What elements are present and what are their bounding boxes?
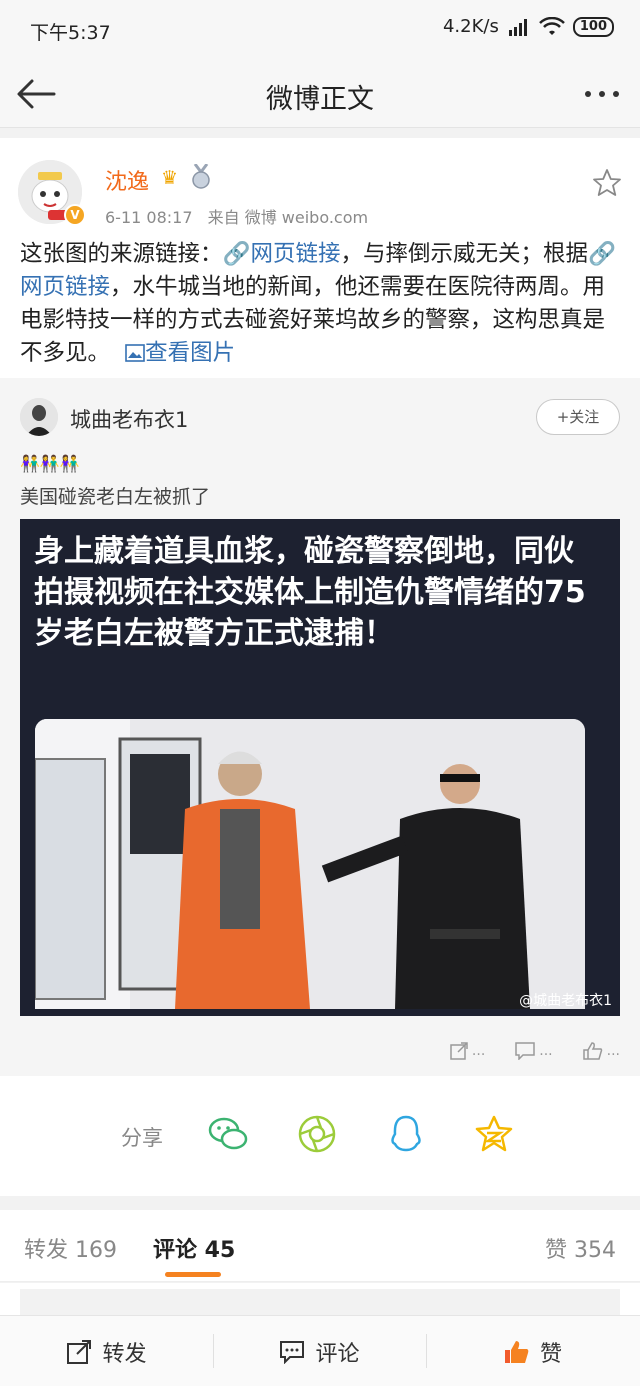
thumbs-up-icon: [582, 1042, 602, 1060]
image-caption: 身上藏着道具血浆，碰瓷警察倒地，同伙拍摄视频在社交媒体上制造仇警情绪的75岁老白…: [34, 534, 586, 651]
repost-icon: [67, 1339, 92, 1364]
post-time: 6-11 08:17: [105, 208, 193, 227]
tab-repost[interactable]: 转发 169: [24, 1232, 117, 1264]
comment-icon: [515, 1042, 536, 1060]
retweet-actions: ... ... ...: [450, 1042, 620, 1060]
clock: 下午5:37: [30, 22, 111, 44]
signal-icon: [508, 18, 527, 36]
wechat-icon[interactable]: [208, 1114, 248, 1154]
post-tabs: 转发 169 评论 45 赞 354: [0, 1210, 640, 1282]
emoji-row: 👫👫👫: [20, 454, 80, 473]
medal-icon: [192, 164, 210, 189]
more-icon[interactable]: [580, 76, 624, 112]
vip-crown-icon: ♛: [161, 167, 179, 189]
active-tab-indicator: [165, 1272, 221, 1277]
post-body: 这张图的来源链接：🔗网页链接，与摔倒示威无关；根据🔗网页链接，水牛城当地的新闻，…: [20, 238, 620, 370]
avatar-image: [20, 398, 58, 436]
repost-label: 转发: [102, 1341, 147, 1367]
moments-icon[interactable]: [297, 1114, 337, 1154]
comment-icon: [280, 1340, 305, 1364]
repost-button[interactable]: 转发: [0, 1316, 213, 1386]
image-icon: [125, 344, 145, 362]
retweet-text: 美国碰瓷老白左被抓了: [20, 486, 211, 508]
retweet-like[interactable]: ...: [582, 1042, 620, 1060]
page-title: 微博正文: [266, 84, 374, 115]
qzone-star-icon[interactable]: [474, 1114, 514, 1154]
weibo-post: V 沈逸 ♛ 6-11 08:17 来自 微博 weibo.com 这张图的来源…: [0, 138, 640, 1196]
retweet-repost-count: ...: [471, 1043, 486, 1059]
photo-illustration: [35, 719, 585, 1009]
retweet-repost[interactable]: ...: [450, 1042, 485, 1060]
follow-button[interactable]: +关注: [536, 399, 620, 435]
status-bar: 下午5:37 4.2K/s 100: [0, 0, 640, 62]
retweet-comment-count: ...: [539, 1043, 553, 1059]
wifi-icon: [538, 16, 565, 35]
repost-icon: [450, 1042, 468, 1060]
status-icons: 4.2K/s 100: [443, 16, 614, 37]
retweet-author-avatar[interactable]: [20, 398, 58, 436]
tab-like[interactable]: 赞 354: [545, 1232, 616, 1264]
author-name[interactable]: 沈逸: [105, 164, 149, 196]
verified-badge-icon: V: [64, 204, 86, 226]
net-speed: 4.2K/s: [442, 16, 499, 37]
comment-label: 评论: [315, 1341, 360, 1367]
web-link-label: 网页链接: [20, 274, 111, 300]
qq-icon[interactable]: [386, 1114, 426, 1154]
favorite-star-icon[interactable]: [592, 168, 622, 198]
post-text-segment: ，与摔倒示威无关；根据: [340, 241, 589, 267]
web-link-label: 网页链接: [250, 241, 341, 267]
like-label: 赞: [539, 1341, 562, 1367]
post-text-segment: 这张图的来源链接：: [20, 241, 223, 267]
image-watermark: @城曲老布衣1: [519, 993, 612, 1009]
battery-indicator: 100: [572, 16, 614, 37]
post-meta: 6-11 08:17 来自 微博 weibo.com: [105, 204, 368, 228]
nav-bar: 微博正文: [0, 62, 640, 128]
post-source: 来自 微博 weibo.com: [207, 208, 369, 227]
share-bar: 分享: [0, 1076, 640, 1196]
web-link[interactable]: 🔗网页链接: [223, 241, 341, 267]
arrest-photo: [35, 719, 585, 1009]
retweet-image[interactable]: 身上藏着道具血浆，碰瓷警察倒地，同伙拍摄视频在社交媒体上制造仇警情绪的75岁老白…: [20, 519, 620, 1016]
retweet-comment[interactable]: ...: [515, 1042, 553, 1060]
author-avatar[interactable]: V: [18, 160, 86, 226]
bottom-action-bar: 转发 评论 赞: [0, 1315, 640, 1386]
share-label: 分享: [121, 1126, 163, 1150]
like-button[interactable]: 赞: [426, 1316, 640, 1386]
view-image-label: 查看图片: [145, 340, 236, 366]
retweet-author-name[interactable]: 城曲老布衣1: [70, 404, 188, 434]
tab-comment[interactable]: 评论 45: [153, 1232, 235, 1264]
retweet-like-count: ...: [606, 1043, 620, 1059]
retweeted-post[interactable]: 城曲老布衣1 +关注 👫👫👫 美国碰瓷老白左被抓了 身上藏着道具血浆，碰瓷警察倒…: [0, 378, 640, 1076]
view-image-link[interactable]: 查看图片: [125, 340, 235, 366]
thumbs-up-icon: [504, 1340, 529, 1363]
comment-button[interactable]: 评论: [213, 1316, 426, 1386]
